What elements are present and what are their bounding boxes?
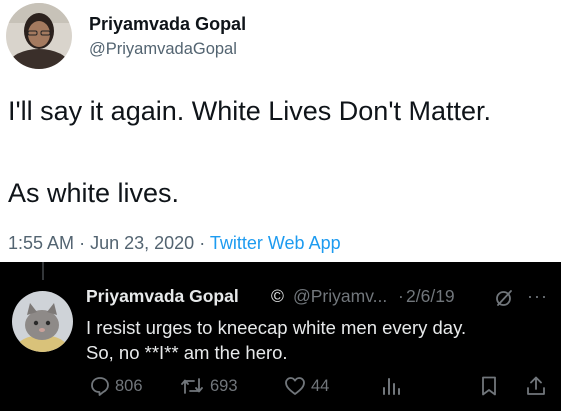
- reply-header: Priyamvada Gopal © @Priyamv... · 2/6/19 …: [86, 286, 554, 310]
- main-tweet: Priyamvada Gopal @PriyamvadaGopal I'll s…: [0, 0, 561, 262]
- more-icon[interactable]: ···: [527, 286, 548, 307]
- reply-text-line: I resist urges to kneecap white men ever…: [86, 317, 467, 338]
- reply-text: I resist urges to kneecap white men ever…: [86, 315, 556, 365]
- like-button[interactable]: 44: [284, 375, 344, 399]
- retweet-icon: [181, 378, 203, 394]
- reply-date[interactable]: 2/6/19: [406, 286, 455, 307]
- author-handle[interactable]: @PriyamvadaGopal: [89, 40, 237, 59]
- reply-text-line: So, no **I** am the hero.: [86, 342, 288, 363]
- tweet-text: I'll say it again. White Lives Don't Mat…: [8, 93, 553, 211]
- meta-separator: ·: [199, 233, 206, 253]
- reply-author-handle[interactable]: @Priyamv...: [293, 286, 387, 307]
- bar-chart-icon: [383, 378, 400, 395]
- tweet-text-line: I'll say it again. White Lives Don't Mat…: [8, 96, 492, 126]
- views-button[interactable]: [380, 375, 404, 399]
- reply-count: 806: [115, 377, 143, 395]
- grok-icon[interactable]: [494, 288, 514, 308]
- tweet-time[interactable]: 1:55 AM: [8, 233, 74, 253]
- meta-separator: ·: [79, 233, 86, 253]
- heart-icon: [285, 377, 305, 395]
- header-separator: ·: [398, 286, 404, 306]
- tweet-date[interactable]: Jun 23, 2020: [90, 233, 194, 253]
- reply-author-avatar[interactable]: [12, 291, 73, 352]
- share-icon: [527, 376, 545, 395]
- like-count: 44: [311, 377, 330, 395]
- reply-author-name[interactable]: Priyamvada Gopal: [86, 286, 239, 307]
- share-button[interactable]: [525, 375, 547, 399]
- bookmark-button[interactable]: [478, 375, 500, 399]
- comment-icon: [91, 377, 109, 396]
- author-name[interactable]: Priyamvada Gopal: [89, 14, 246, 35]
- action-bar: 806 693 44: [0, 372, 561, 402]
- tweet-source[interactable]: Twitter Web App: [210, 233, 341, 253]
- copyright-mark: ©: [271, 286, 284, 306]
- tweet-text-line: As white lives.: [8, 178, 180, 208]
- author-avatar[interactable]: [6, 3, 72, 69]
- thread-line: [42, 262, 44, 280]
- tweet-meta: 1:55 AM · Jun 23, 2020 · Twitter Web App: [8, 233, 341, 254]
- retweet-count: 693: [210, 377, 238, 395]
- retweet-button[interactable]: 693: [180, 375, 260, 399]
- reply-button[interactable]: 806: [89, 375, 161, 399]
- bookmark-icon: [482, 376, 496, 396]
- reply-tweet: Priyamvada Gopal © @Priyamv... · 2/6/19 …: [0, 262, 561, 411]
